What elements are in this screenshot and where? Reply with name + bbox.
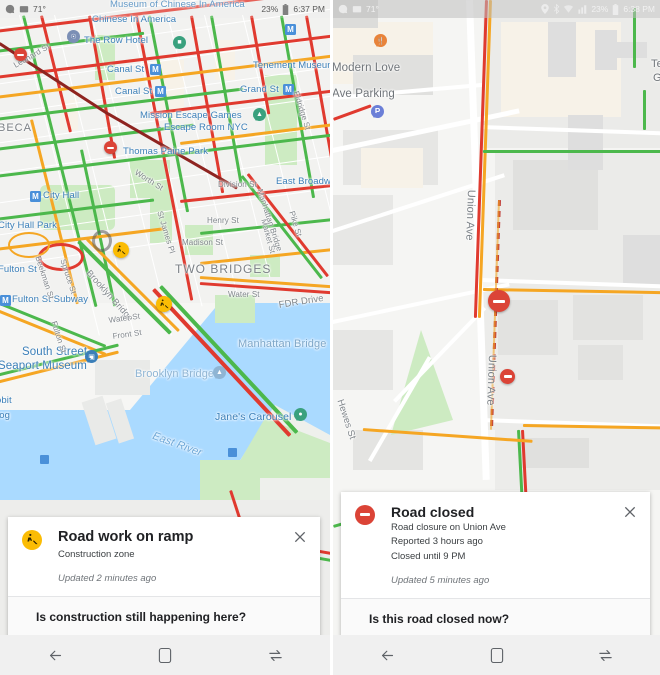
left-phone-screen: Museum of Chinese In America Chinese In … — [0, 0, 330, 675]
map-label: Madison St — [182, 238, 223, 247]
transit-badge-icon[interactable]: M — [155, 86, 166, 97]
battery-percent-label: 23% — [591, 4, 608, 14]
map-label: rog — [0, 410, 10, 421]
temperature-label: 71° — [33, 4, 46, 14]
map-label: - Escape Room NYC — [158, 122, 248, 133]
map-label: Henry St — [207, 216, 239, 225]
map-label: G — [653, 72, 660, 84]
map-label: obit — [0, 395, 12, 406]
construction-marker-icon[interactable] — [113, 242, 129, 258]
map-label: Canal St — [115, 86, 152, 97]
carousel-pin-icon[interactable]: ● — [294, 408, 307, 425]
back-button[interactable] — [367, 641, 409, 669]
map-label: Union Ave — [484, 355, 498, 406]
card-texts: Road closed Road closure on Union Ave Re… — [377, 504, 636, 586]
map-label: Fulton St — [0, 264, 37, 275]
map-label: Grand St — [240, 84, 279, 95]
transit-badge-icon[interactable]: M — [150, 64, 161, 75]
card-header: Road closed Road closure on Union Ave Re… — [341, 492, 650, 598]
message-icon — [338, 4, 348, 14]
card-icon-wrap — [22, 529, 44, 584]
android-nav-bar-right — [333, 635, 660, 675]
poi-pin-icon[interactable]: ▲ — [253, 108, 266, 125]
map-label: City Hall — [43, 190, 79, 201]
card-texts: Road work on ramp Construction zone Upda… — [44, 529, 306, 584]
card-closed-until-text: Closed until 9 PM — [391, 550, 636, 564]
card-icon-wrap — [355, 504, 377, 586]
map-label: Ave Parking — [333, 88, 395, 100]
temperature-label: 71° — [366, 4, 379, 14]
map-label: Canal St — [107, 64, 144, 75]
recents-button[interactable] — [254, 641, 296, 669]
map-label: Brooklyn Bridge — [135, 368, 214, 380]
map-label: Modern Love — [333, 62, 400, 74]
screenshot-icon — [352, 4, 362, 14]
signal-icon — [577, 5, 587, 14]
wifi-icon — [564, 5, 573, 14]
clock-label: 6:38 PM — [623, 4, 655, 14]
battery-percent-label: 23% — [261, 4, 278, 14]
clock-label: 6:37 PM — [293, 4, 325, 14]
map-label: East Broadway — [276, 176, 330, 187]
transit-badge-icon[interactable]: M — [30, 191, 41, 202]
map-label: Seaport Museum — [0, 360, 87, 372]
status-bar-right: 71° 23% 6:38 PM — [333, 0, 660, 18]
map-label: Thomas Paine Park — [123, 146, 208, 157]
road-closed-marker-icon[interactable] — [488, 290, 510, 312]
map-label: TWO BRIDGES — [175, 262, 271, 276]
card-header: Road work on ramp Construction zone Upda… — [8, 517, 320, 596]
transit-badge-icon[interactable]: M — [0, 295, 11, 306]
card-title: Road closed — [391, 504, 636, 520]
map-label: City Hall Park — [0, 220, 57, 231]
transit-badge-icon[interactable]: M — [285, 24, 296, 35]
map-label: Union Ave — [463, 190, 477, 241]
map-label: The Row Hotel — [84, 35, 148, 46]
right-phone-screen: Modern Love 🍴 Ave Parking P Te G Union A… — [333, 0, 660, 675]
map-label: Tenement Museum — [253, 60, 330, 71]
map-label: Te — [651, 58, 660, 70]
card-subtitle: Construction zone — [58, 548, 306, 562]
road-closed-marker-icon[interactable] — [104, 141, 117, 154]
card-updated-text: Updated 5 minutes ago — [391, 575, 636, 586]
museum-pin-icon[interactable]: ▣ — [85, 350, 98, 367]
parking-pin-icon[interactable]: P — [371, 105, 384, 122]
map-label: BECA — [0, 122, 32, 134]
status-bar-left: 71° 23% 6:37 PM — [0, 0, 330, 18]
map-label: Manhattan Bridge — [238, 338, 326, 350]
bridge-pin-icon[interactable]: ▲ — [213, 366, 226, 383]
close-icon[interactable] — [292, 529, 308, 545]
road-closed-marker-icon[interactable] — [14, 48, 27, 61]
map-label: Water St — [228, 290, 260, 299]
map-label: South Street — [22, 346, 87, 358]
hotel-pin-icon[interactable]: ☉ — [67, 30, 80, 47]
map-label: Mission Escape Games — [140, 110, 242, 121]
recents-button[interactable] — [585, 641, 627, 669]
road-closed-icon — [355, 505, 375, 525]
map-label: Division St — [218, 180, 257, 189]
home-button[interactable] — [144, 641, 186, 669]
poi-pin-icon[interactable]: ■ — [173, 36, 186, 53]
close-icon[interactable] — [622, 504, 638, 520]
message-icon — [5, 4, 15, 14]
confirm-question: Is this road closed now? — [369, 612, 636, 626]
screenshot-icon — [19, 4, 29, 14]
back-button[interactable] — [34, 641, 76, 669]
confirm-question: Is construction still happening here? — [36, 610, 306, 624]
card-subtitle: Road closure on Union Ave — [391, 521, 636, 535]
construction-icon — [22, 530, 42, 550]
bluetooth-icon — [553, 4, 560, 14]
card-updated-text: Updated 2 minutes ago — [58, 573, 306, 584]
restaurant-pin-icon[interactable]: 🍴 — [374, 34, 387, 51]
battery-icon — [282, 4, 289, 15]
card-title: Road work on ramp — [58, 529, 306, 546]
card-reported-text: Reported 3 hours ago — [391, 535, 636, 549]
battery-icon — [612, 4, 619, 15]
road-closed-marker-icon[interactable] — [500, 369, 515, 384]
android-nav-bar-left — [0, 635, 330, 675]
construction-marker-icon[interactable] — [156, 296, 172, 312]
map-label: Jane's Carousel — [215, 411, 291, 423]
screenshot-root: Museum of Chinese In America Chinese In … — [0, 0, 660, 675]
location-icon — [541, 4, 549, 14]
home-button[interactable] — [476, 641, 518, 669]
